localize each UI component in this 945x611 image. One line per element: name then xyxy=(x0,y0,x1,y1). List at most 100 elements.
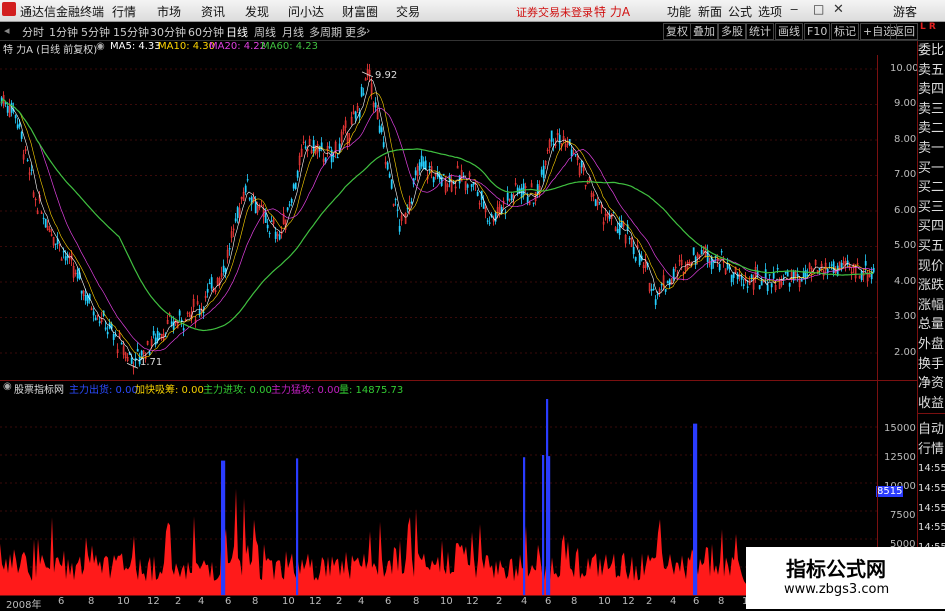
menu-item-quotes[interactable]: 行情 xyxy=(112,3,136,20)
indicator-tick: 7500 xyxy=(890,510,916,521)
price-chart[interactable] xyxy=(0,55,918,380)
candle-body xyxy=(476,192,479,196)
candle-body xyxy=(466,184,469,188)
candle-body xyxy=(532,202,535,204)
minimize-icon[interactable]: ‒ xyxy=(790,2,798,17)
period-tab[interactable]: 5分钟 xyxy=(81,24,110,40)
candle-body xyxy=(268,232,271,235)
side-item-quote[interactable]: 行情 xyxy=(918,440,945,460)
side-item[interactable]: 卖四 xyxy=(918,80,945,100)
candle-body xyxy=(420,155,423,167)
side-item[interactable]: 卖二 xyxy=(918,119,945,139)
signal-bar xyxy=(221,460,224,595)
menu-item-function[interactable]: 功能 xyxy=(667,3,691,20)
candle-body xyxy=(526,196,529,203)
watermark: 指标公式网 www.zbgs3.com xyxy=(746,547,945,609)
menu-item-news[interactable]: 资讯 xyxy=(201,3,225,20)
candle-body xyxy=(182,328,185,331)
back-icon[interactable]: ◂ xyxy=(4,24,10,37)
side-item[interactable]: 买五 xyxy=(918,237,945,257)
candle-body xyxy=(354,111,357,119)
btn-f10[interactable]: F10 xyxy=(804,23,831,40)
candle-body xyxy=(860,270,863,281)
candle-body xyxy=(294,182,297,189)
btn-stats[interactable]: 统计 xyxy=(746,23,774,40)
side-item[interactable]: 现价 xyxy=(918,257,945,277)
candle-body xyxy=(336,156,339,159)
side-item[interactable]: 总量 xyxy=(918,315,945,335)
side-item-auto[interactable]: 自动 xyxy=(918,420,945,440)
dropdown-icon[interactable]: ◉ xyxy=(96,41,105,52)
candle-body xyxy=(44,218,47,228)
indicator-item: 主力猛攻: 0.00 xyxy=(271,385,340,396)
candle-body xyxy=(442,173,445,176)
time-tick: 2 xyxy=(646,596,653,607)
side-item[interactable]: 买一 xyxy=(918,159,945,179)
side-item[interactable]: 外盘 xyxy=(918,335,945,355)
time-tick: 12 xyxy=(466,596,479,607)
candle-body xyxy=(156,330,159,341)
period-tab[interactable]: 1分钟 xyxy=(49,24,78,40)
menu-item-ask[interactable]: 问小达 xyxy=(288,3,324,20)
side-item[interactable]: 买二 xyxy=(918,178,945,198)
settings-icon[interactable]: ◉ xyxy=(3,381,12,392)
candle-body xyxy=(570,149,573,157)
btn-back[interactable]: 返回 xyxy=(890,23,918,40)
side-item[interactable]: 买三 xyxy=(918,198,945,218)
btn-mark[interactable]: 标记 xyxy=(831,23,859,40)
menu-item-discover[interactable]: 发现 xyxy=(245,3,269,20)
close-icon[interactable]: ✕ xyxy=(833,2,844,17)
guest-label[interactable]: 游客 xyxy=(893,3,917,20)
period-tab-more[interactable]: 更多 xyxy=(345,24,367,40)
restore-icon[interactable]: □ xyxy=(813,2,824,16)
side-item[interactable]: 换手 xyxy=(918,355,945,375)
btn-fuquan[interactable]: 复权 xyxy=(663,23,691,40)
period-tab[interactable]: 分时 xyxy=(22,24,44,40)
candle-body xyxy=(552,143,555,145)
time-tick: 6 xyxy=(225,596,232,607)
candle-body xyxy=(104,327,107,330)
menu-item-newpage[interactable]: 新面 xyxy=(698,3,722,20)
indicator-name[interactable]: 股票指标网 xyxy=(14,381,64,396)
period-tab[interactable]: 多周期 xyxy=(309,24,342,40)
candle-body xyxy=(520,187,523,198)
time-tick: 10 xyxy=(598,596,611,607)
login-notice[interactable]: 证券交易未登录 xyxy=(516,4,593,20)
period-tab[interactable]: 30分钟 xyxy=(150,24,186,40)
menu-item-wealth[interactable]: 财富圈 xyxy=(342,3,378,20)
btn-draw[interactable]: 画线 xyxy=(775,23,803,40)
stock-label[interactable]: 特 力A (日线 前复权) xyxy=(3,41,97,56)
side-divider xyxy=(918,413,945,420)
menu-item-trade[interactable]: 交易 xyxy=(396,3,420,20)
candle-body xyxy=(312,140,315,152)
candle-body xyxy=(270,220,273,222)
candle-body xyxy=(470,184,473,187)
candle-body xyxy=(758,285,761,289)
side-item[interactable]: 买四 xyxy=(918,217,945,237)
period-tab[interactable]: 60分钟 xyxy=(188,24,224,40)
period-tab-active[interactable]: 日线 xyxy=(226,24,248,40)
period-tab[interactable]: 15分钟 xyxy=(113,24,149,40)
candle-body xyxy=(742,284,745,286)
period-tab[interactable]: 周线 xyxy=(254,24,276,40)
menu-item-options[interactable]: 选项 xyxy=(758,3,782,20)
side-item[interactable]: 涨幅 xyxy=(918,296,945,316)
menu-item-formula[interactable]: 公式 xyxy=(728,3,752,20)
btn-overlay[interactable]: 叠加 xyxy=(690,23,718,40)
chevron-right-icon[interactable]: › xyxy=(366,24,370,37)
side-item[interactable]: 卖五 xyxy=(918,61,945,81)
period-tab[interactable]: 月线 xyxy=(282,24,304,40)
side-item[interactable]: 收益 xyxy=(918,394,945,414)
candle-body xyxy=(482,201,485,209)
time-tick: 4 xyxy=(358,596,365,607)
menu-item-market[interactable]: 市场 xyxy=(157,3,181,20)
side-item[interactable]: 净资 xyxy=(918,374,945,394)
side-item[interactable]: 涨跌 xyxy=(918,276,945,296)
candle-body xyxy=(418,162,421,171)
candle-body xyxy=(660,284,663,286)
side-item[interactable]: 卖三 xyxy=(918,100,945,120)
side-item[interactable]: 卖一 xyxy=(918,139,945,159)
btn-multi[interactable]: 多股 xyxy=(718,23,746,40)
side-item[interactable]: 委比 xyxy=(918,41,945,61)
time-tick: 2 xyxy=(336,596,343,607)
